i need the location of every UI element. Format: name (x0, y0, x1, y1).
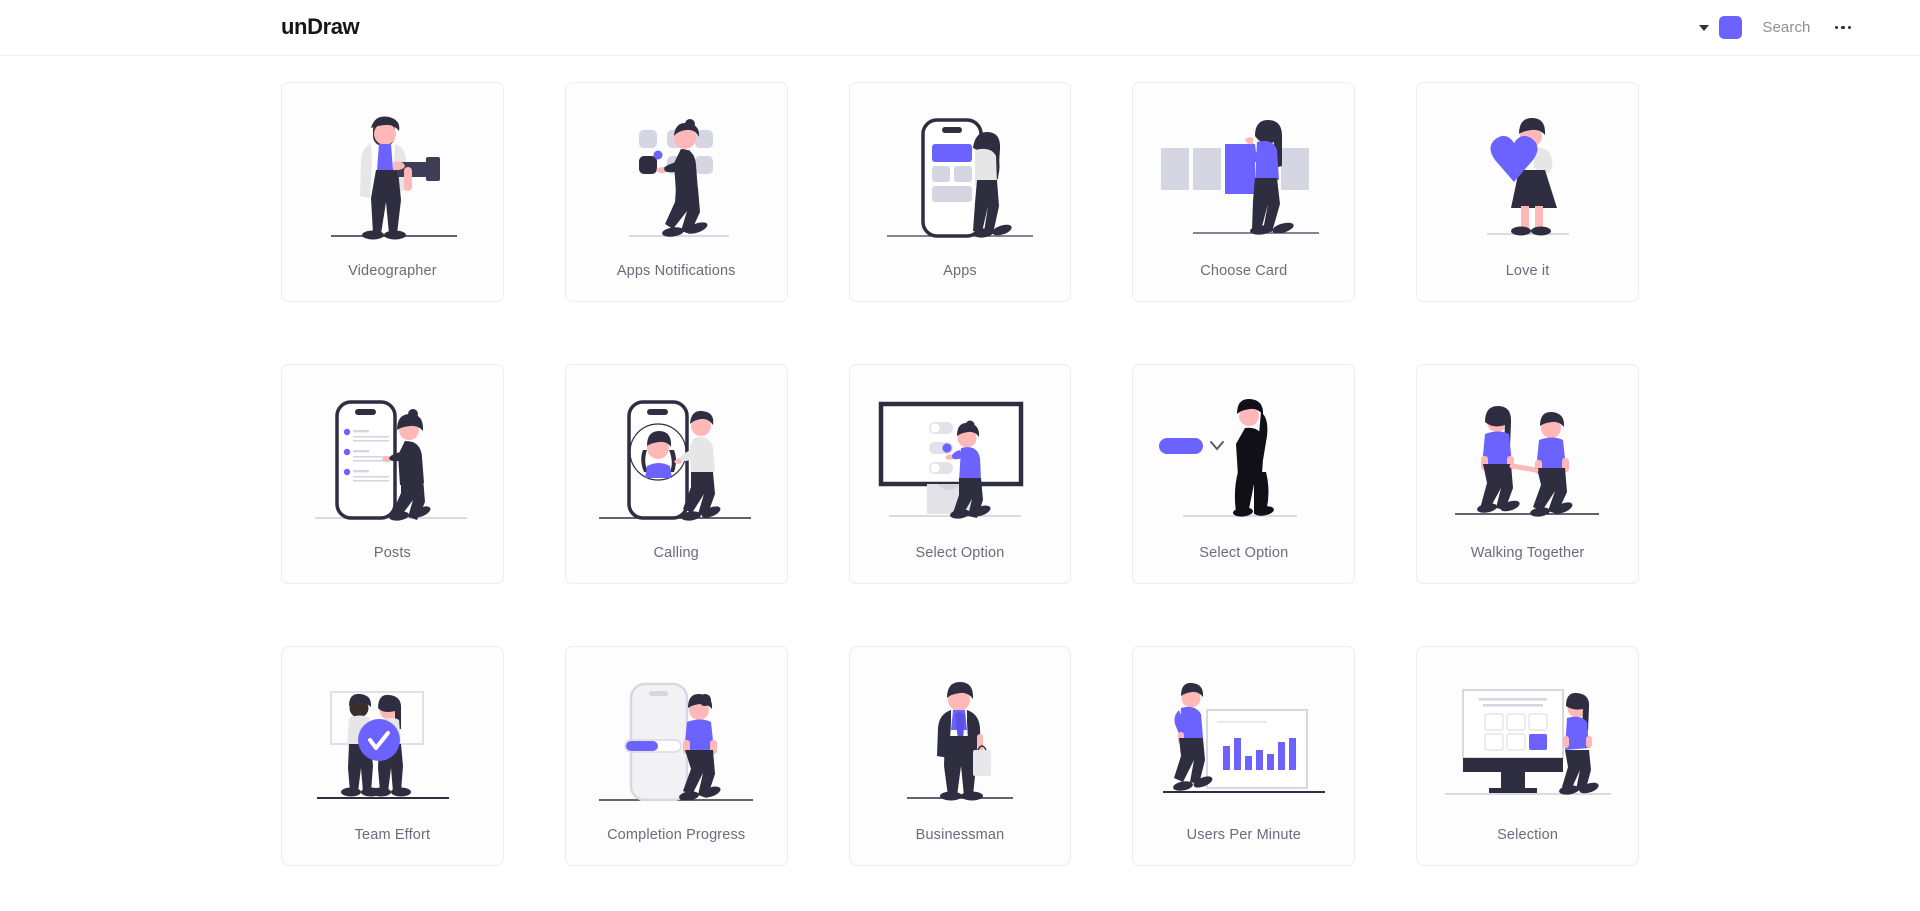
header-actions: Search (1699, 16, 1876, 39)
color-swatch-button[interactable] (1719, 16, 1743, 39)
card-apps[interactable]: Apps (848, 82, 1072, 302)
illustration-completion-progress (566, 657, 787, 827)
card-label: Team Effort (354, 827, 431, 843)
illustration-team-effort (282, 657, 503, 827)
card-label: Apps Notifications (616, 263, 736, 279)
illustration-select-option-monitor (850, 375, 1071, 545)
card-label: Posts (373, 545, 411, 561)
card-label: Selection (1497, 827, 1559, 843)
card-label: Businessman (915, 827, 1005, 843)
illustration-apps (850, 93, 1071, 263)
card-walking-together[interactable]: Walking Together (1416, 364, 1639, 584)
card-team-effort[interactable]: Team Effort (281, 646, 504, 866)
card-label: Apps (943, 263, 977, 279)
ellipsis-icon[interactable] (1833, 18, 1854, 38)
illustration-posts (282, 375, 503, 545)
illustration-users-per-minute (1133, 657, 1354, 827)
card-users-per-minute[interactable]: Users Per Minute (1132, 646, 1356, 866)
card-select-option-dropdown[interactable]: Select Option (1132, 364, 1356, 584)
card-videographer[interactable]: Videographer (281, 82, 504, 302)
search-input[interactable]: Search (1762, 19, 1810, 36)
app-header: unDraw Search (0, 0, 1920, 56)
card-businessman[interactable]: Businessman (848, 646, 1072, 866)
card-label: Calling (653, 545, 699, 561)
illustration-love-it (1417, 93, 1638, 263)
card-label: Love it (1505, 263, 1550, 279)
card-calling[interactable]: Calling (564, 364, 788, 584)
card-label: Users Per Minute (1186, 827, 1301, 843)
illustration-gallery: Videographer Apps Notifications Apps Cho… (0, 56, 1920, 911)
illustration-selection (1417, 657, 1638, 827)
card-label: Walking Together (1470, 545, 1585, 561)
card-select-option-monitor[interactable]: Select Option (848, 364, 1072, 584)
illustration-walking-together (1417, 375, 1638, 545)
card-label: Videographer (348, 263, 437, 279)
illustration-calling (566, 375, 787, 545)
illustration-grid: Videographer Apps Notifications Apps Cho… (281, 82, 1639, 911)
card-posts[interactable]: Posts (281, 364, 504, 584)
card-love-it[interactable]: Love it (1416, 82, 1639, 302)
card-label: Choose Card (1200, 263, 1288, 279)
illustration-choose-card (1133, 93, 1354, 263)
card-selection[interactable]: Selection (1416, 646, 1639, 866)
card-label: Select Option (1199, 545, 1289, 561)
illustration-videographer (282, 93, 503, 263)
card-choose-card[interactable]: Choose Card (1132, 82, 1356, 302)
card-apps-notifications[interactable]: Apps Notifications (564, 82, 788, 302)
card-label: Select Option (915, 545, 1005, 561)
illustration-apps-notifications (566, 93, 787, 263)
brand-logo[interactable]: unDraw (281, 16, 360, 38)
illustration-select-option-dropdown (1133, 375, 1354, 545)
card-label: Completion Progress (607, 827, 746, 843)
chevron-down-icon[interactable] (1699, 24, 1710, 31)
illustration-businessman (850, 657, 1071, 827)
card-completion-progress[interactable]: Completion Progress (564, 646, 788, 866)
